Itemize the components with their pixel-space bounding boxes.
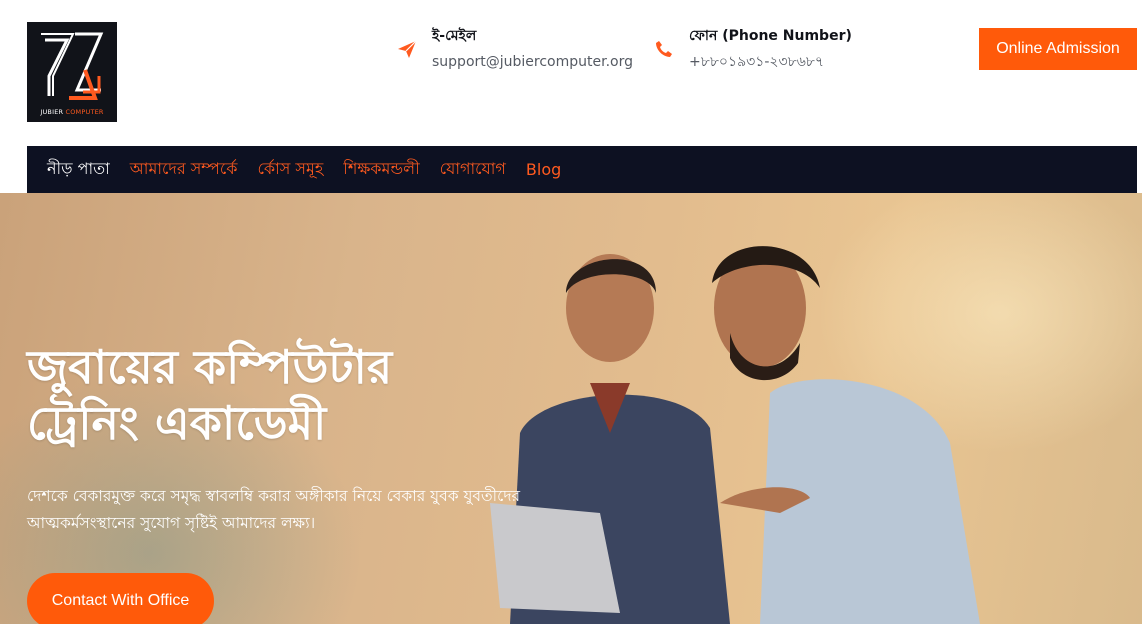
email-value[interactable]: support@jubiercomputer.org	[432, 52, 633, 72]
site-header: JUBIER COMPUTER ই-মেইল support@jubiercom…	[0, 0, 1142, 146]
nav-item-about[interactable]: আমাদের সম্পর্কে	[130, 156, 238, 183]
email-label: ই-মেইল	[432, 28, 477, 44]
email-contact: ই-মেইল support@jubiercomputer.org	[396, 26, 633, 72]
contact-office-button[interactable]: Contact With Office	[27, 573, 214, 624]
main-nav: নীড় পাতা আমাদের সম্পর্কে র্কোস সমূহ শিক…	[27, 146, 1137, 193]
hero-title: জুবায়ের কম্পিউটার ট্রেনিং একাডেমী	[27, 340, 393, 450]
site-logo[interactable]: JUBIER COMPUTER	[27, 22, 117, 122]
phone-value[interactable]: +৮৮০১৯৩১-২৩৮৬৮৭	[689, 52, 852, 72]
phone-contact: ফোন (Phone Number) +৮৮০১৯৩১-২৩৮৬৮৭	[653, 26, 852, 72]
nav-item-blog[interactable]: Blog	[526, 160, 561, 179]
phone-icon	[653, 38, 675, 60]
nav-item-courses[interactable]: র্কোস সমূহ	[257, 156, 323, 183]
hero-description: দেশকে বেকারমুক্ত করে সমৃদ্ধ স্বাবলম্বি ক…	[27, 487, 521, 532]
nav-item-teachers[interactable]: শিক্ষকমন্ডলী	[343, 156, 419, 183]
hero-banner: জুবায়ের কম্পিউটার ট্রেনিং একাডেমী দেশকে…	[0, 193, 1142, 624]
online-admission-button[interactable]: Online Admission	[979, 28, 1137, 70]
paper-plane-icon	[396, 38, 418, 60]
nav-item-home[interactable]: নীড় পাতা	[47, 156, 110, 183]
nav-item-contact[interactable]: যোগাযোগ	[440, 156, 506, 183]
logo-text: JUBIER COMPUTER	[40, 108, 104, 116]
logo-mark-icon	[41, 32, 104, 100]
phone-label: ফোন (Phone Number)	[689, 28, 852, 44]
